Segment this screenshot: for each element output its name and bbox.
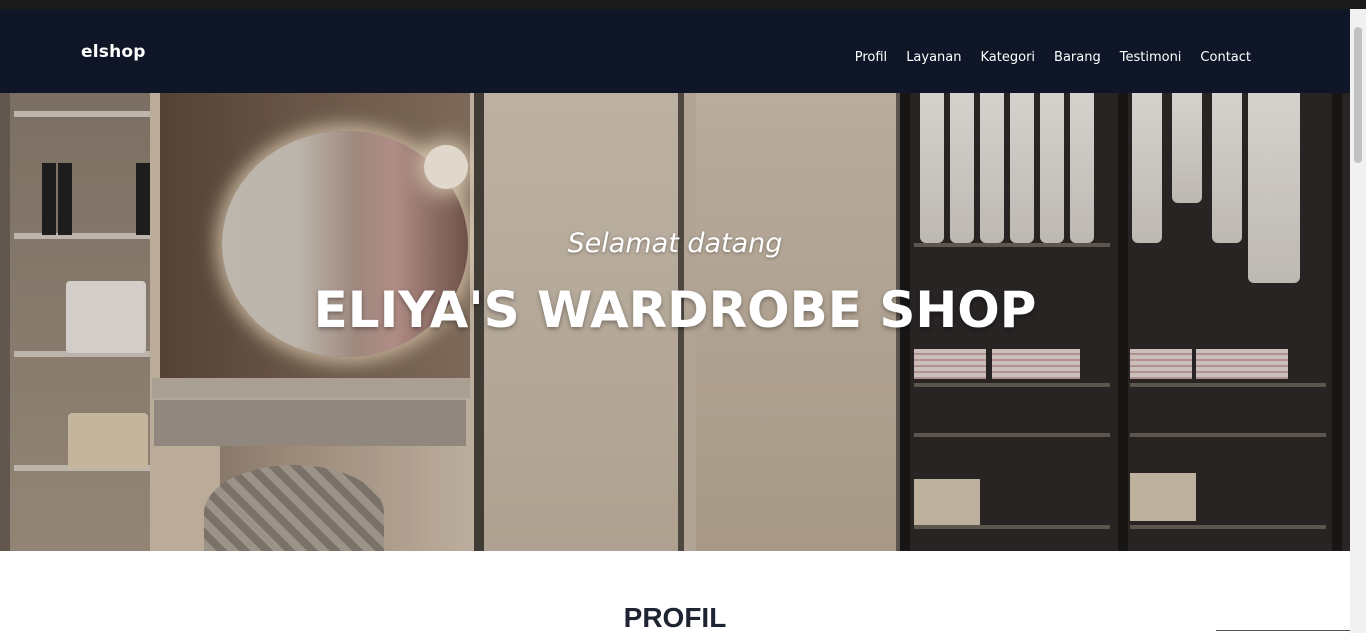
nav-link-barang[interactable]: Barang [1054,50,1101,65]
page-scrollbar[interactable] [1350,9,1366,633]
section-title-profil: PROFIL [623,602,727,633]
nav-link-profil[interactable]: Profil [855,50,887,65]
hero-banner: Selamat datang ELIYA'S WARDROBE SHOP [0,93,1350,551]
scrollbar-thumb[interactable] [1354,27,1362,163]
nav-link-contact[interactable]: Contact [1200,50,1251,65]
browser-top-strip [0,0,1366,9]
navbar: elshop Profil Layanan Kategori Barang Te… [0,9,1350,93]
nav-link-testimoni[interactable]: Testimoni [1120,50,1182,65]
brand-logo[interactable]: elshop [81,42,146,62]
nav-link-kategori[interactable]: Kategori [981,50,1036,65]
nav-links: Profil Layanan Kategori Barang Testimoni… [836,50,1251,65]
hero-subtitle: Selamat datang [567,228,783,259]
nav-link-layanan[interactable]: Layanan [906,50,961,65]
hero-title: ELIYA'S WARDROBE SHOP [313,281,1037,339]
